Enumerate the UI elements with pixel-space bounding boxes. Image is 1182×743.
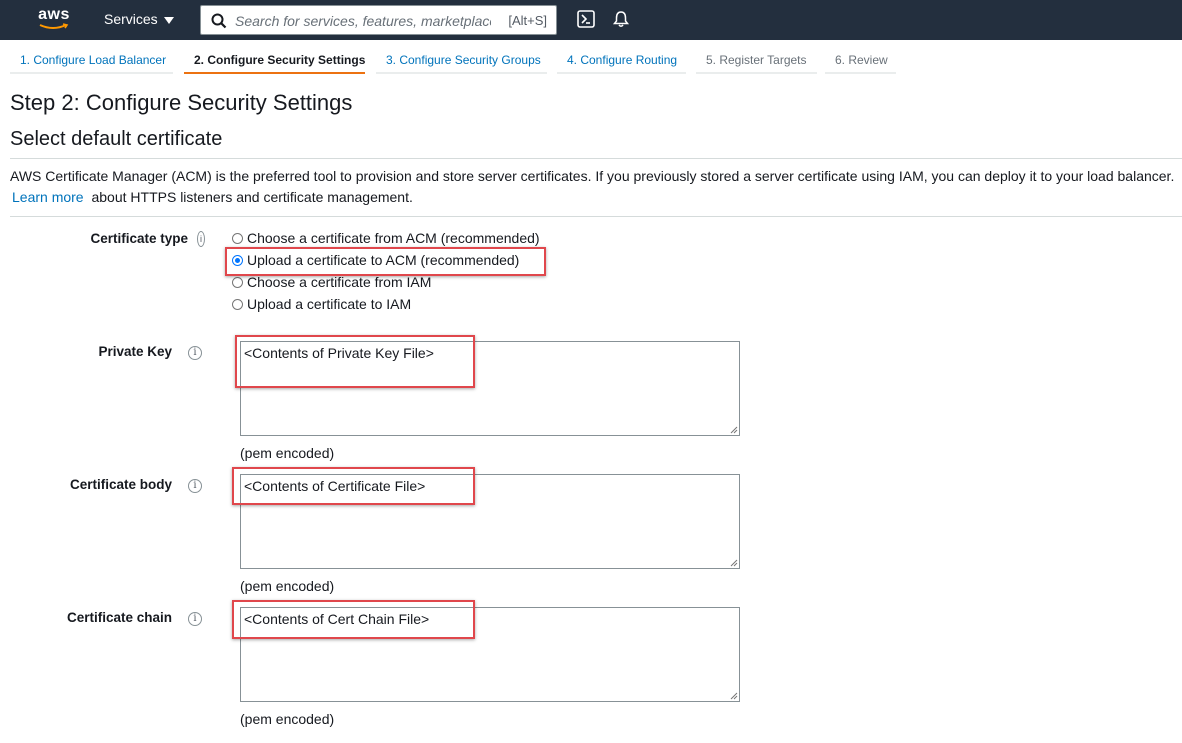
resize-grip-icon[interactable] — [730, 692, 738, 700]
terminal-icon[interactable] — [577, 10, 595, 28]
radio-upload-iam[interactable]: Upload a certificate to IAM — [232, 296, 411, 316]
radio-label: Choose a certificate from IAM — [247, 274, 432, 290]
private-key-value: <Contents of Private Key File> — [244, 345, 434, 361]
learn-more-link[interactable]: Learn more — [12, 189, 84, 205]
description: AWS Certificate Manager (ACM) is the pre… — [10, 166, 1180, 208]
aws-smile-icon — [39, 23, 69, 29]
search-input[interactable]: Search for services, features, marketpla… — [235, 13, 491, 29]
certificate-body-hint: (pem encoded) — [240, 578, 335, 594]
radio-choose-acm[interactable]: Choose a certificate from ACM (recommend… — [232, 230, 540, 250]
tab-review: 6. Review — [825, 46, 896, 74]
certificate-body-textarea[interactable]: <Contents of Certificate File> — [240, 474, 740, 569]
radio-label: Choose a certificate from ACM (recommend… — [247, 230, 540, 246]
services-menu-button[interactable]: Services — [104, 11, 174, 27]
radio-choose-iam[interactable]: Choose a certificate from IAM — [232, 274, 431, 294]
certificate-body-label: Certificate body — [69, 477, 172, 492]
top-nav-bar: aws Services Search for services, featur… — [0, 0, 1182, 40]
tab-configure-security-settings[interactable]: 2. Configure Security Settings — [184, 46, 365, 74]
certificate-chain-textarea[interactable]: <Contents of Cert Chain File> — [240, 607, 740, 702]
search-icon — [211, 13, 227, 29]
radio-label: Upload a certificate to IAM — [247, 296, 412, 312]
private-key-textarea[interactable]: <Contents of Private Key File> — [240, 341, 740, 436]
caret-down-icon — [163, 16, 174, 24]
certificate-chain-hint: (pem encoded) — [240, 711, 335, 727]
info-icon[interactable]: i — [197, 231, 205, 247]
aws-logo[interactable]: aws — [36, 6, 74, 34]
aws-logo-text: aws — [38, 6, 70, 23]
certificate-chain-label: Certificate chain — [66, 610, 172, 625]
bell-icon[interactable] — [612, 10, 630, 28]
radio-button[interactable] — [232, 299, 243, 310]
tab-configure-routing[interactable]: 4. Configure Routing — [557, 46, 686, 74]
divider — [10, 158, 1182, 159]
tab-register-targets: 5. Register Targets — [696, 46, 817, 74]
resize-grip-icon[interactable] — [730, 426, 738, 434]
radio-label: Upload a certificate to ACM (recommended… — [247, 252, 520, 268]
private-key-label: Private Key — [98, 344, 172, 359]
section-title: Select default certificate — [10, 128, 223, 150]
radio-button[interactable] — [232, 277, 243, 288]
page-title: Step 2: Configure Security Settings — [10, 90, 353, 115]
search-box[interactable]: Search for services, features, marketpla… — [200, 5, 557, 35]
search-shortcut-hint: [Alt+S] — [508, 13, 547, 28]
services-label: Services — [104, 11, 158, 27]
certificate-type-label: Certificate type — [90, 231, 188, 246]
radio-button-selected[interactable] — [232, 255, 243, 266]
info-icon[interactable]: i — [188, 612, 202, 626]
private-key-hint: (pem encoded) — [240, 445, 335, 461]
certificate-chain-value: <Contents of Cert Chain File> — [244, 611, 430, 627]
radio-upload-acm[interactable]: Upload a certificate to ACM (recommended… — [232, 252, 519, 272]
divider — [10, 216, 1182, 217]
info-icon[interactable]: i — [188, 346, 202, 360]
radio-button[interactable] — [232, 233, 243, 244]
description-tail: about HTTPS listeners and certificate ma… — [91, 189, 413, 205]
tab-configure-security-groups[interactable]: 3. Configure Security Groups — [376, 46, 547, 74]
info-icon[interactable]: i — [188, 479, 202, 493]
description-text: AWS Certificate Manager (ACM) is the pre… — [10, 168, 1175, 184]
resize-grip-icon[interactable] — [730, 559, 738, 567]
tab-configure-load-balancer[interactable]: 1. Configure Load Balancer — [10, 46, 173, 74]
certificate-body-value: <Contents of Certificate File> — [244, 478, 426, 494]
